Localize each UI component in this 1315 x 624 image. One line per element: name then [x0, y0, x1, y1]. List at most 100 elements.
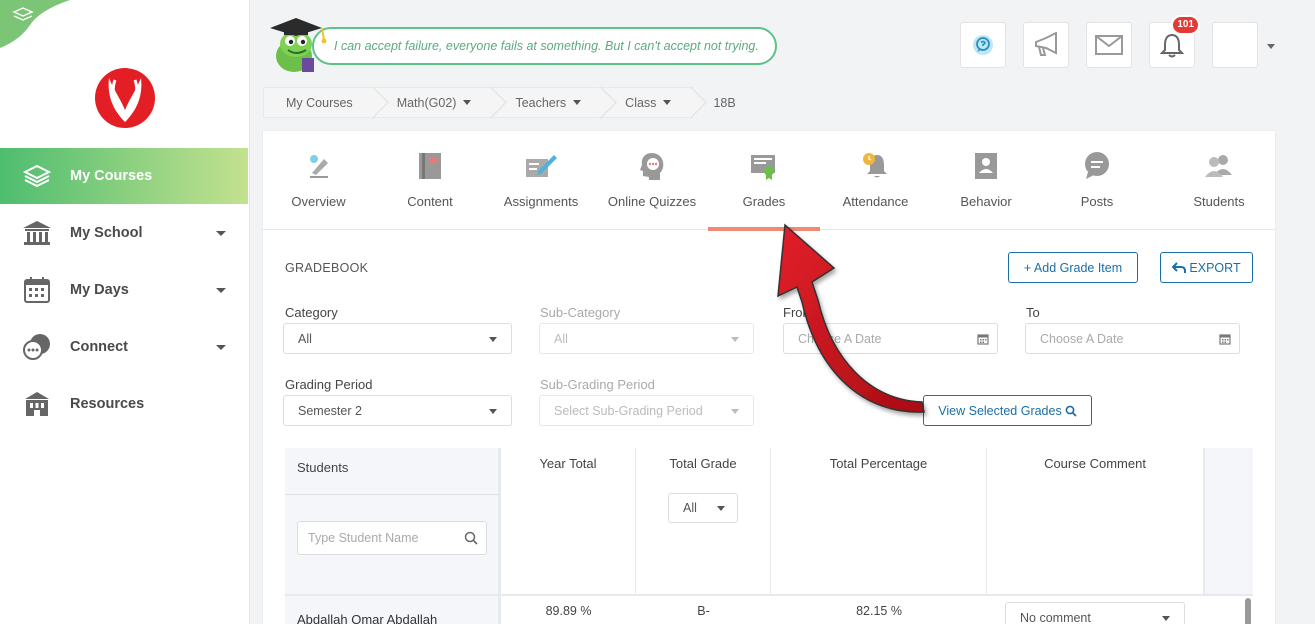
assignment-icon [524, 149, 558, 183]
overview-icon [302, 149, 336, 183]
breadcrumb-math[interactable]: Math(G02) [374, 87, 494, 118]
subcategory-value: All [554, 331, 568, 346]
tab-label: Behavior [960, 194, 1012, 209]
school-icon [22, 218, 52, 248]
tab-label: Posts [1080, 194, 1114, 209]
to-date-input[interactable]: Choose A Date [1025, 323, 1240, 354]
announcements-button[interactable] [1023, 22, 1069, 68]
notifications-button[interactable]: 101 [1149, 15, 1200, 68]
tab-overview[interactable]: Overview [281, 131, 356, 230]
grading-period-select[interactable]: Semester 2 [283, 395, 512, 426]
chevron-down-icon [1162, 616, 1170, 621]
undo-arrow-icon [1172, 261, 1187, 273]
chevron-down-icon [463, 100, 472, 105]
messages-button[interactable] [1086, 22, 1132, 68]
extra-column-header [1204, 448, 1253, 594]
total-grade-value: B- [697, 604, 710, 618]
sidebar-nav: My Courses My School My Days Connect Res… [0, 148, 248, 432]
users-icon [1202, 149, 1236, 183]
sidebar-item-label: My Days [70, 281, 129, 298]
total-percentage-value: 82.15 % [856, 604, 902, 618]
year-total-value: 89.89 % [545, 604, 592, 618]
table-scrollbar[interactable] [1245, 598, 1251, 624]
student-name[interactable]: Abdallah Omar Abdallah [297, 612, 437, 624]
tab-posts[interactable]: Posts [1075, 131, 1119, 230]
from-label: From [783, 305, 814, 320]
grading-period-value: Semester 2 [298, 403, 362, 418]
category-label: Category [285, 305, 338, 320]
chevron-down-icon [663, 100, 672, 105]
school-logo [95, 68, 155, 128]
book-icon [413, 149, 447, 183]
sidebar-item-my-courses[interactable]: My Courses [0, 148, 248, 204]
chevron-down-icon[interactable] [1267, 44, 1275, 49]
breadcrumb-label: My Courses [286, 95, 353, 110]
chevron-down-icon [731, 337, 739, 342]
bell-icon [1160, 33, 1184, 58]
to-date-placeholder: Choose A Date [1040, 331, 1124, 346]
chevron-down-icon [731, 409, 739, 414]
from-date-placeholder: Choose A Date [798, 331, 882, 346]
bell-clock-icon [859, 149, 893, 183]
subgrading-period-select[interactable]: Select Sub-Grading Period [539, 395, 754, 426]
sidebar-item-label: Connect [70, 338, 128, 355]
active-tab-indicator [708, 227, 820, 231]
tab-label: Online Quizzes [607, 194, 697, 209]
course-comment-select[interactable]: No comment [1005, 602, 1185, 624]
building-icon [22, 389, 52, 419]
help-chat-icon [973, 35, 993, 55]
from-date-input[interactable]: Choose A Date [783, 323, 998, 354]
category-select[interactable]: All [283, 323, 512, 354]
add-grade-item-button[interactable]: + Add Grade Item [1008, 252, 1138, 283]
layers-icon [22, 161, 52, 191]
tab-label: Students [1193, 194, 1245, 209]
chevron-down-icon [573, 100, 582, 105]
chevron-down-icon [717, 506, 725, 511]
tab-online-quizzes[interactable]: Online Quizzes [607, 131, 697, 230]
breadcrumb-label: Class [625, 95, 657, 110]
speech-bubble-icon [1080, 149, 1114, 183]
grading-period-label: Grading Period [285, 377, 373, 392]
breadcrumb-label: Math(G02) [396, 95, 457, 110]
sidebar-item-my-days[interactable]: My Days [0, 261, 248, 318]
chevron-down-icon [489, 337, 497, 342]
user-avatar-button[interactable] [1212, 22, 1258, 68]
breadcrumb-my-courses[interactable]: My Courses [263, 87, 375, 118]
sidebar-item-resources[interactable]: Resources [0, 375, 248, 432]
total-percentage-header: Total Percentage [771, 448, 987, 594]
grade-filter-select[interactable]: All [668, 493, 738, 523]
chevron-down-icon [216, 287, 226, 293]
course-card: Overview Content Assignments Online Quiz… [263, 131, 1275, 624]
total-grade-header-label: Total Grade [669, 456, 737, 471]
tab-attendance[interactable]: Attendance [838, 131, 913, 230]
student-search-input[interactable]: Type Student Name [297, 521, 487, 555]
tab-label: Overview [291, 194, 346, 209]
tab-students[interactable]: Students [1188, 131, 1250, 230]
help-chat-button[interactable] [960, 22, 1006, 68]
subcategory-select[interactable]: All [539, 323, 754, 354]
total-grade-header: Total Grade All [636, 448, 771, 594]
subgrading-period-label: Sub-Grading Period [540, 377, 655, 392]
tab-label: Attendance [842, 194, 909, 209]
breadcrumb-teachers[interactable]: Teachers [493, 87, 604, 118]
export-button[interactable]: EXPORT [1160, 252, 1253, 283]
tab-grades[interactable]: Grades [708, 131, 820, 231]
tab-assignments[interactable]: Assignments [499, 131, 583, 230]
chat-bubbles-icon [22, 332, 52, 362]
tab-content[interactable]: Content [395, 131, 465, 230]
tab-label: Grades [742, 194, 786, 209]
course-comment-header: Course Comment [987, 448, 1204, 594]
tab-behavior[interactable]: Behavior [955, 131, 1017, 230]
sidebar-item-my-school[interactable]: My School [0, 204, 248, 261]
mail-icon [1095, 35, 1123, 55]
sidebar-item-label: My Courses [70, 168, 153, 184]
tab-label: Assignments [503, 194, 579, 209]
sidebar-item-connect[interactable]: Connect [0, 318, 248, 375]
to-label: To [1026, 305, 1040, 320]
header-divider [285, 494, 499, 495]
tab-label: Content [407, 194, 453, 209]
table-row: Abdallah Omar Abdallah 89.89 % B- 82.15 … [285, 594, 1253, 624]
view-selected-grades-button[interactable]: View Selected Grades [923, 395, 1092, 426]
subgrading-period-placeholder: Select Sub-Grading Period [554, 403, 703, 418]
course-tabs: Overview Content Assignments Online Quiz… [263, 131, 1275, 231]
